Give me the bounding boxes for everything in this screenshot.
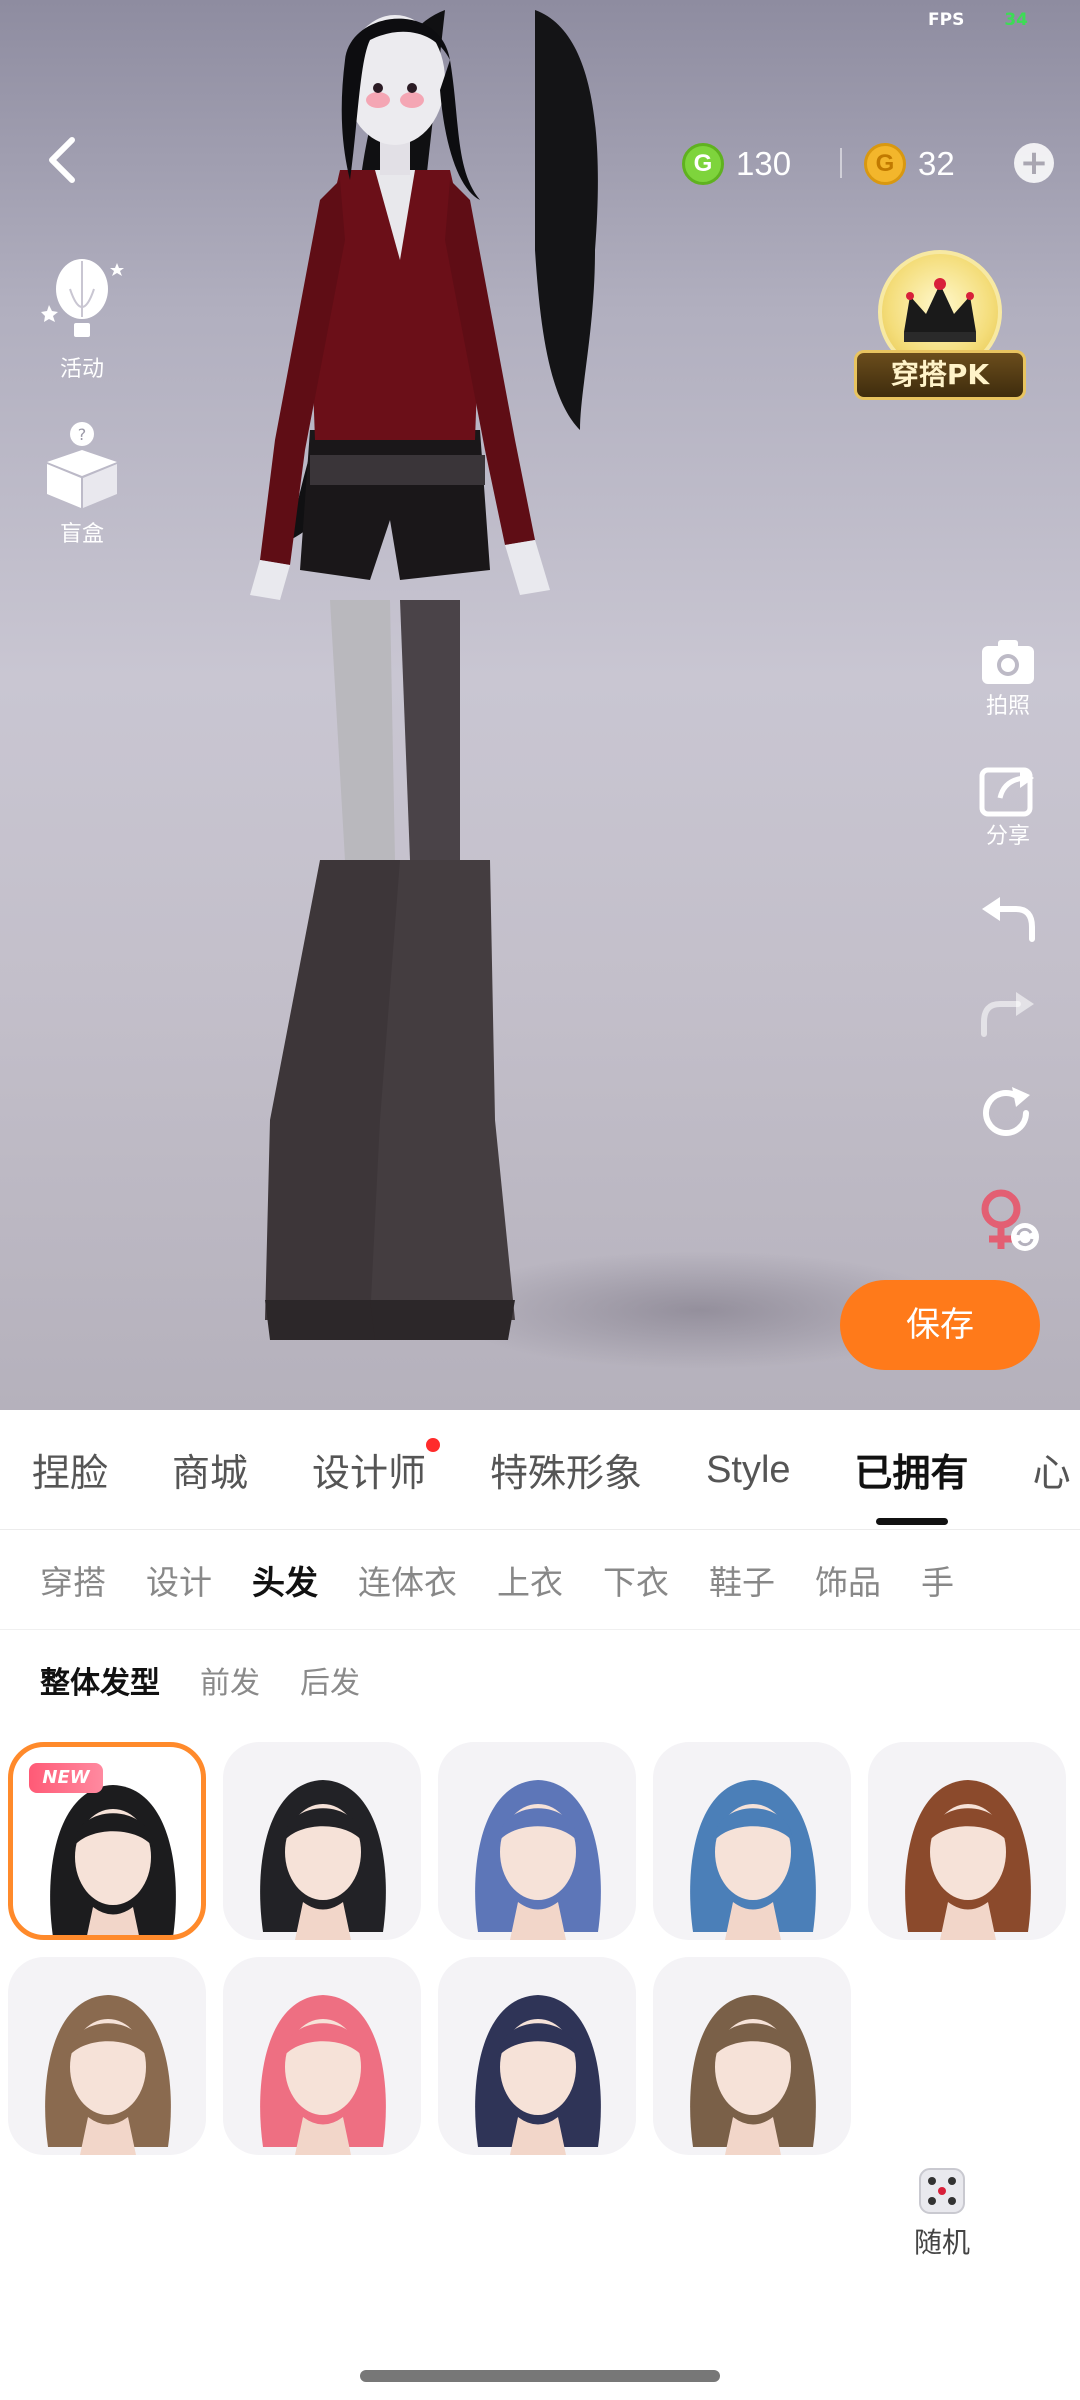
undo-icon <box>982 897 1035 942</box>
tab-designer[interactable]: 设计师 <box>312 1438 441 1497</box>
activity-button[interactable]: 活动 <box>34 255 130 383</box>
item-type-tabs: 穿搭 设计 头发 连体衣 上衣 下衣 鞋子 饰品 手 <box>0 1530 1080 1630</box>
random-label: 随机 <box>913 2226 970 2259</box>
hair-item-pink-braids-tiara[interactable] <box>223 1957 421 2155</box>
tab-owned[interactable]: 已拥有 <box>855 1442 969 1497</box>
hairtab-full[interactable]: 整体发型 <box>40 1658 160 1702</box>
outfit-pk-badge[interactable]: 穿搭PK <box>850 250 1030 410</box>
hair-thumbnail <box>260 1995 386 2155</box>
hair-thumbnail <box>475 1995 601 2155</box>
hair-thumbnail <box>45 1995 171 2155</box>
subtab-hair[interactable]: 头发 <box>252 1556 318 1604</box>
subtab-top[interactable]: 上衣 <box>497 1556 563 1604</box>
main-category-tabs: 捏脸 商城 设计师 特殊形象 Style 已拥有 心 <box>0 1410 1080 1530</box>
mystery-box-icon: ? <box>47 422 117 508</box>
active-tab-indicator <box>876 1518 948 1525</box>
notification-dot <box>426 1438 441 1452</box>
tab-style[interactable]: Style <box>706 1447 790 1492</box>
hair-thumbnail <box>905 1780 1031 1940</box>
tab-wishlist[interactable]: 心 <box>1033 1442 1071 1497</box>
green-currency-amount: 130 <box>736 145 792 182</box>
subtab-shoes[interactable]: 鞋子 <box>709 1556 775 1604</box>
mystery-box-button[interactable]: ? 盲盒 <box>34 420 130 548</box>
hair-item-blue-long-hair[interactable] <box>653 1742 851 1940</box>
camera-button[interactable]: 拍照 <box>972 636 1044 720</box>
hair-thumbnail <box>475 1780 601 1940</box>
wardrobe-panel: 捏脸 商城 设计师 特殊形象 Style 已拥有 心 穿搭 设计 头发 连体衣 … <box>0 1410 1080 2400</box>
gold-currency-amount: 32 <box>918 145 955 182</box>
tab-wishlist-label: 心 <box>1032 1451 1071 1495</box>
share-icon <box>979 767 1034 817</box>
reset-button[interactable] <box>972 1085 1044 1141</box>
subtab-hand[interactable]: 手 <box>921 1556 954 1604</box>
hot-air-balloon-icon <box>41 259 124 337</box>
avatar-character[interactable] <box>250 0 810 1360</box>
refresh-icon <box>983 1087 1030 1136</box>
gold-currency: G 32 <box>864 138 955 190</box>
tab-designer-label: 设计师 <box>312 1451 427 1495</box>
share-label: 分享 <box>985 824 1030 849</box>
mystery-box-label: 盲盒 <box>59 522 104 547</box>
tab-face-label: 捏脸 <box>32 1451 109 1495</box>
fps-value: 34 <box>1004 10 1028 30</box>
green-coin-icon: G <box>682 143 724 185</box>
hair-item-black-hair-cat-beanie[interactable] <box>223 1742 421 1940</box>
hair-item-brown-bob-headband[interactable] <box>868 1742 1066 1940</box>
camera-icon <box>982 640 1034 684</box>
undo-button[interactable] <box>972 895 1044 945</box>
switch-gender-button[interactable] <box>972 1185 1044 1255</box>
tab-style-label: Style <box>706 1449 791 1491</box>
avatar-stage[interactable]: FPS 34 G 130 G 32 + 活动 ? 盲盒 穿搭PK 拍照 分享 保… <box>0 0 1080 1410</box>
camera-label: 拍照 <box>985 694 1030 719</box>
subtab-jumpsuit[interactable]: 连体衣 <box>358 1556 457 1604</box>
fps-counter: FPS 34 <box>928 10 1028 30</box>
hair-item-brown-side-ponytail[interactable] <box>8 1957 206 2155</box>
tab-shop-label: 商城 <box>172 1451 249 1495</box>
activity-label: 活动 <box>59 357 104 382</box>
hair-thumbnail <box>260 1780 386 1940</box>
tab-face[interactable]: 捏脸 <box>32 1442 108 1497</box>
hair-item-long-black-hair[interactable]: NEW <box>8 1742 206 1940</box>
hair-item-navy-short-messy[interactable] <box>438 1957 636 2155</box>
currency-divider <box>840 148 842 178</box>
tab-special-image[interactable]: 特殊形象 <box>490 1442 642 1497</box>
hair-item-brown-updo-ornament[interactable] <box>653 1957 851 2155</box>
back-arrow-icon[interactable] <box>36 130 96 190</box>
dice-icon <box>919 2168 965 2214</box>
fps-label: FPS <box>928 10 965 30</box>
gold-coin-icon: G <box>864 143 906 185</box>
hair-thumbnail <box>690 1995 816 2155</box>
share-button[interactable]: 分享 <box>972 762 1044 850</box>
tab-shop[interactable]: 商城 <box>172 1442 248 1497</box>
add-currency-button[interactable]: + <box>1014 143 1054 183</box>
home-indicator[interactable] <box>360 2370 720 2382</box>
green-currency: G 130 <box>682 138 791 190</box>
redo-icon <box>981 992 1034 1037</box>
random-button[interactable]: 随机 <box>902 2165 982 2261</box>
hairtab-front[interactable]: 前发 <box>200 1658 260 1702</box>
hair-thumbnail <box>690 1780 816 1940</box>
new-badge: NEW <box>29 1763 103 1793</box>
hair-item-blue-silver-bob[interactable] <box>438 1742 636 1940</box>
svg-text:?: ? <box>78 425 87 444</box>
tab-special-image-label: 特殊形象 <box>490 1451 643 1495</box>
hairtab-back[interactable]: 后发 <box>300 1658 360 1702</box>
save-button[interactable]: 保存 <box>840 1280 1040 1370</box>
subtab-accessories[interactable]: 饰品 <box>815 1556 881 1604</box>
subtab-design[interactable]: 设计 <box>146 1556 212 1604</box>
redo-button[interactable] <box>972 990 1044 1040</box>
outfit-pk-label: 穿搭PK <box>854 350 1026 400</box>
hair-style-tabs: 整体发型 前发 后发 <box>0 1630 1080 1730</box>
tab-owned-label: 已拥有 <box>854 1451 969 1495</box>
gender-switch-icon <box>981 1189 1039 1251</box>
subtab-bottom[interactable]: 下衣 <box>603 1556 669 1604</box>
subtab-outfit[interactable]: 穿搭 <box>40 1556 106 1604</box>
